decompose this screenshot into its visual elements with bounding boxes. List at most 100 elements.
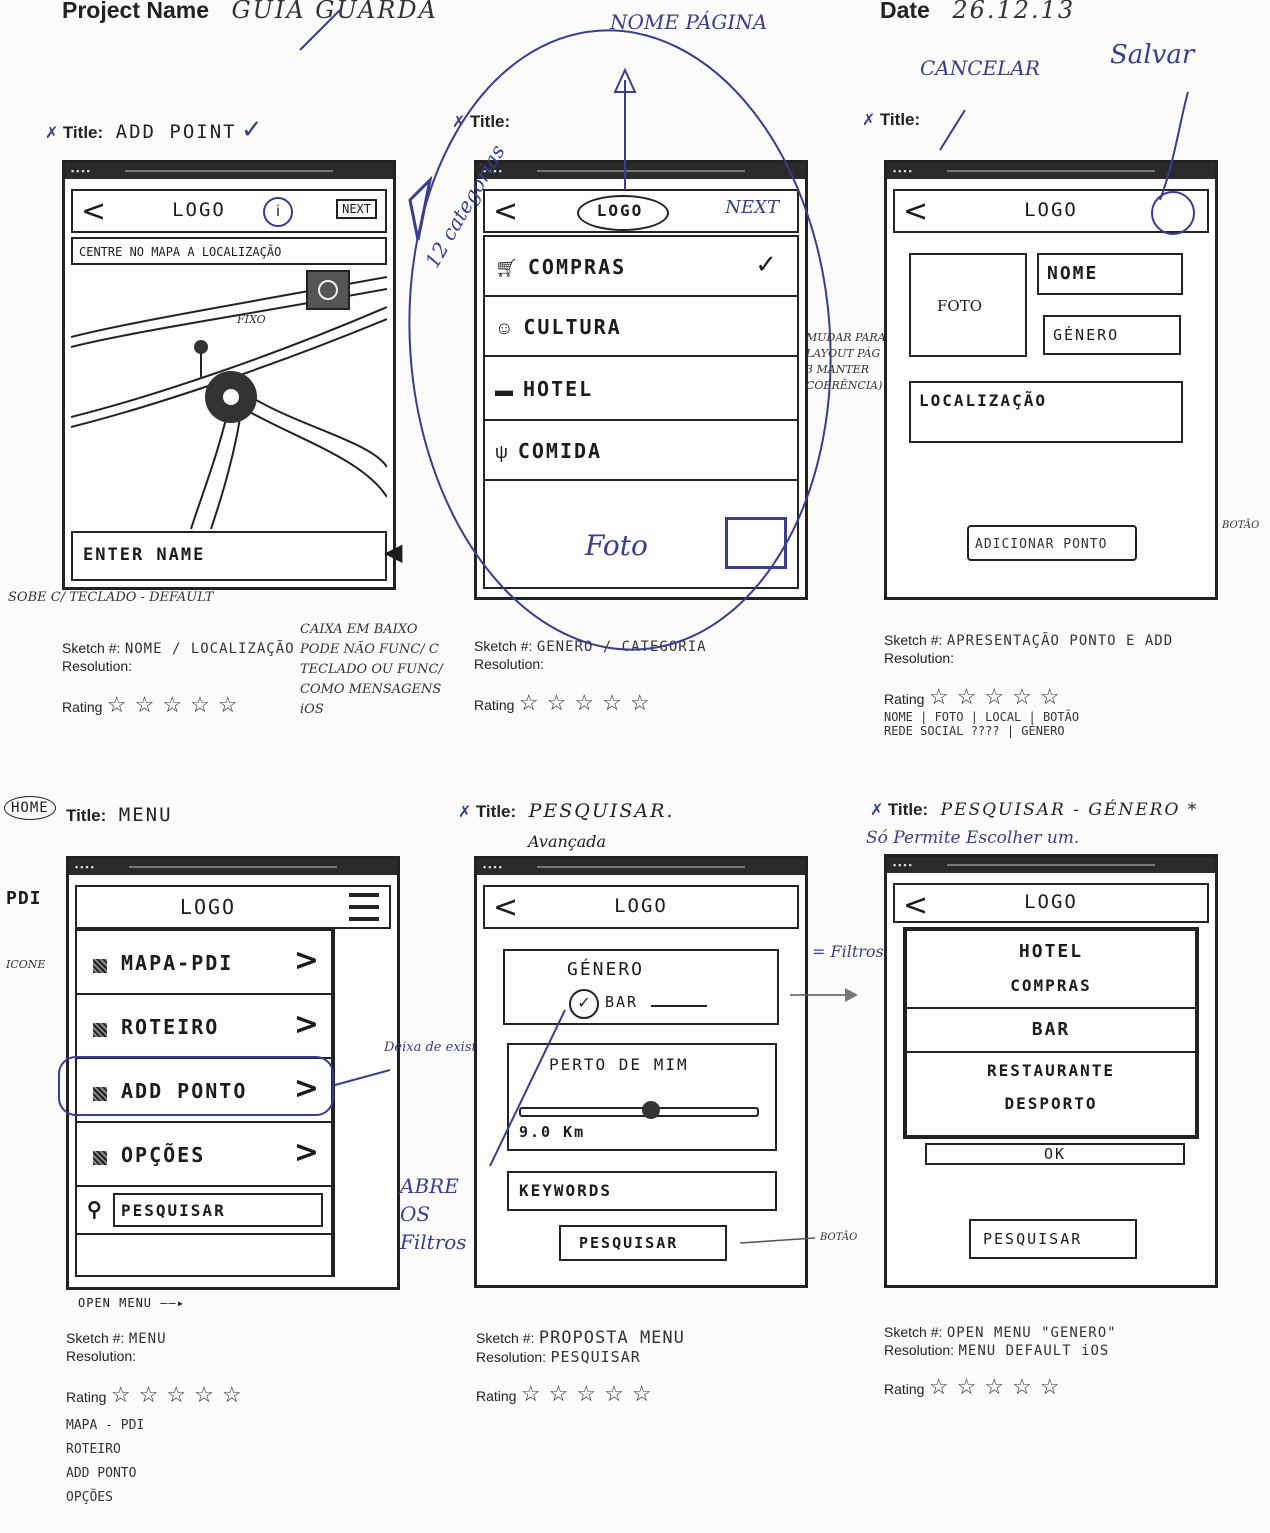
back-chevron-icon[interactable]: <	[493, 195, 518, 229]
status-bar: ▪▪▪▪	[69, 859, 397, 875]
menu-item-mapa[interactable]: MAPA-PDI >	[75, 929, 333, 995]
sketch3-title-label: Title:	[879, 110, 921, 129]
resolution-value: MENU DEFAULT iOS	[958, 1343, 1110, 1359]
nome-field[interactable]: NOME	[1037, 253, 1183, 295]
search-input[interactable]: PESQUISAR	[113, 1193, 323, 1227]
sketch6-title-sub: Só Permite Escolher um.	[866, 828, 1080, 848]
bed-icon: ▬	[495, 380, 513, 400]
sketch2-title-label: Title:	[469, 112, 511, 131]
category-row-comida[interactable]: ψ COMIDA	[483, 419, 799, 481]
hamburger-icon[interactable]	[349, 893, 379, 921]
opcoes-icon	[93, 1150, 107, 1165]
pesquisar-button[interactable]: PESQUISAR	[559, 1225, 727, 1261]
button-label: PESQUISAR	[983, 1230, 1083, 1248]
photo-label: FOTO	[937, 297, 983, 315]
rating-stars-icon[interactable]: ☆☆☆☆☆	[111, 1382, 250, 1407]
list-note: MAPA - PDI	[66, 1418, 145, 1433]
checkmark-icon[interactable]: ✓	[569, 989, 599, 1019]
menu-search-row: ⚲ PESQUISAR	[75, 1185, 333, 1235]
annotation-cancelar: CANCELAR	[920, 56, 1040, 80]
sketch6-logo: LOGO	[1024, 891, 1078, 913]
rating-stars-icon[interactable]: ☆☆☆☆☆	[107, 692, 246, 717]
sketch2-meta: Sketch #: GENERO / CATEGORIA Resolution:…	[474, 638, 707, 716]
save-button[interactable]	[1151, 191, 1195, 235]
perto-label: PERTO DE MIM	[549, 1055, 689, 1074]
rating-label: Rating	[476, 1388, 517, 1404]
info-icon[interactable]: i	[263, 197, 293, 227]
genero-field[interactable]: GÉNERO	[1043, 315, 1181, 355]
sketch-value: GENERO / CATEGORIA	[536, 639, 707, 655]
category-label: COMPRAS	[527, 255, 627, 279]
distance-slider[interactable]	[519, 1101, 759, 1119]
option-hotel[interactable]: HOTEL	[907, 941, 1195, 962]
list-note: OPÇÕES	[66, 1490, 113, 1505]
picker-group-1[interactable]: HOTEL COMPRAS	[907, 931, 1195, 1009]
icone-annotation: ICONE	[6, 958, 46, 971]
keywords-placeholder: KEYWORDS	[519, 1181, 613, 1200]
keywords-input[interactable]: KEYWORDS	[507, 1171, 777, 1211]
sketch4-navbar: LOGO	[75, 885, 391, 929]
sketch-value: OPEN MENU "GENERO"	[946, 1325, 1117, 1341]
photo-icon[interactable]	[725, 517, 787, 569]
mapa-icon	[93, 958, 107, 973]
menu-footer	[75, 1235, 333, 1277]
enter-name-placeholder: ENTER NAME	[83, 545, 206, 565]
rating-stars-icon[interactable]: ☆☆☆☆☆	[519, 690, 658, 715]
map-pin-icon	[194, 340, 208, 354]
menu-item-roteiro[interactable]: ROTEIRO >	[75, 993, 333, 1059]
option-compras[interactable]: COMPRAS	[907, 976, 1195, 995]
date-value: 26.12.13	[952, 0, 1076, 24]
map-view[interactable]	[71, 267, 387, 529]
sketch4-list-notes: MAPA - PDI ROTEIRO ADD PONTO OPÇÕES	[66, 1414, 250, 1510]
rating-label: Rating	[884, 691, 925, 707]
status-bar: ▪▪▪▪	[65, 163, 393, 179]
option-bar[interactable]: BAR	[907, 1019, 1195, 1040]
sketch6-meta: Sketch #: OPEN MENU "GENERO" Resolution:…	[884, 1324, 1117, 1400]
perto-de-mim-filter[interactable]: PERTO DE MIM 9.0 Km	[507, 1043, 777, 1151]
category-row-compras[interactable]: 🛒︎ COMPRAS ✓	[483, 235, 799, 297]
map-note-fixo: FIXO	[237, 313, 266, 326]
open-menu-label: OPEN MENU	[78, 1296, 153, 1310]
menu-item-opcoes[interactable]: OPÇÕES >	[75, 1121, 333, 1187]
fork-knife-icon: ψ	[495, 442, 508, 462]
sketch1-meta: Sketch #: NOME / LOCALIZAÇÃO Resolution:…	[62, 640, 295, 718]
option-desporto[interactable]: DESPORTO	[907, 1094, 1195, 1113]
resolution-label: Resolution:	[66, 1348, 137, 1364]
rating-stars-icon[interactable]: ☆☆☆☆☆	[521, 1381, 660, 1406]
localizacao-field[interactable]: LOCALIZAÇÃO	[909, 381, 1183, 443]
status-bar: ▪▪▪▪	[477, 163, 805, 179]
nome-label: NOME	[1047, 263, 1099, 284]
add-ponto-highlight	[58, 1056, 334, 1116]
sketch4-title-value: MENU	[118, 804, 173, 826]
rating-stars-icon[interactable]: ☆☆☆☆☆	[929, 1374, 1068, 1399]
sketch4-meta: Sketch #: MENU Resolution: Rating ☆☆☆☆☆ …	[66, 1330, 250, 1510]
sketch-value: NOME / LOCALIZAÇÃO	[124, 641, 295, 657]
checkmark-icon: ✓	[755, 249, 777, 279]
ok-button[interactable]: OK	[925, 1143, 1185, 1165]
option-bar-row[interactable]: BAR	[907, 1009, 1195, 1053]
option-restaurante[interactable]: RESTAURANTE	[907, 1061, 1195, 1080]
category-row-cultura[interactable]: ☺ CULTURA	[483, 295, 799, 357]
resolution-label: Resolution:	[884, 650, 955, 666]
genero-filter[interactable]: GÉNERO ✓ BAR	[503, 949, 779, 1025]
slider-knob[interactable]	[641, 1101, 660, 1119]
adicionar-ponto-button[interactable]: ADICIONAR PONTO	[967, 525, 1137, 561]
send-icon[interactable]: ◀	[384, 538, 402, 567]
rating-stars-icon[interactable]: ☆☆☆☆☆	[929, 684, 1068, 709]
category-row-hotel[interactable]: ▬ HOTEL	[483, 355, 799, 421]
enter-name-input[interactable]: ENTER NAME	[71, 531, 387, 581]
map-behind-menu	[333, 929, 391, 1277]
picker-group-2[interactable]: RESTAURANTE DESPORTO	[907, 1053, 1195, 1135]
sketch6-title-value: PESQUISAR - GÉNERO *	[940, 800, 1199, 820]
arrow-line	[651, 1005, 707, 1007]
abre-filtros-note: ABRE OS Filtros	[400, 1174, 467, 1254]
next-button[interactable]: NEXT	[336, 199, 377, 219]
genero-label: GÉNERO	[1053, 326, 1120, 344]
sketch6-phone: ▪▪▪▪ < LOGO HOTEL COMPRAS BAR RESTAURANT…	[884, 854, 1218, 1288]
rating-label: Rating	[884, 1381, 925, 1397]
pesquisar-button[interactable]: PESQUISAR	[969, 1219, 1137, 1259]
sketch3-note-line2: REDE SOCIAL ???? | GÉNERO	[884, 724, 1065, 738]
photo-placeholder[interactable]: FOTO	[909, 253, 1027, 357]
sketch2-logo: LOGO	[596, 201, 644, 220]
next-button[interactable]: NEXT	[725, 197, 779, 218]
